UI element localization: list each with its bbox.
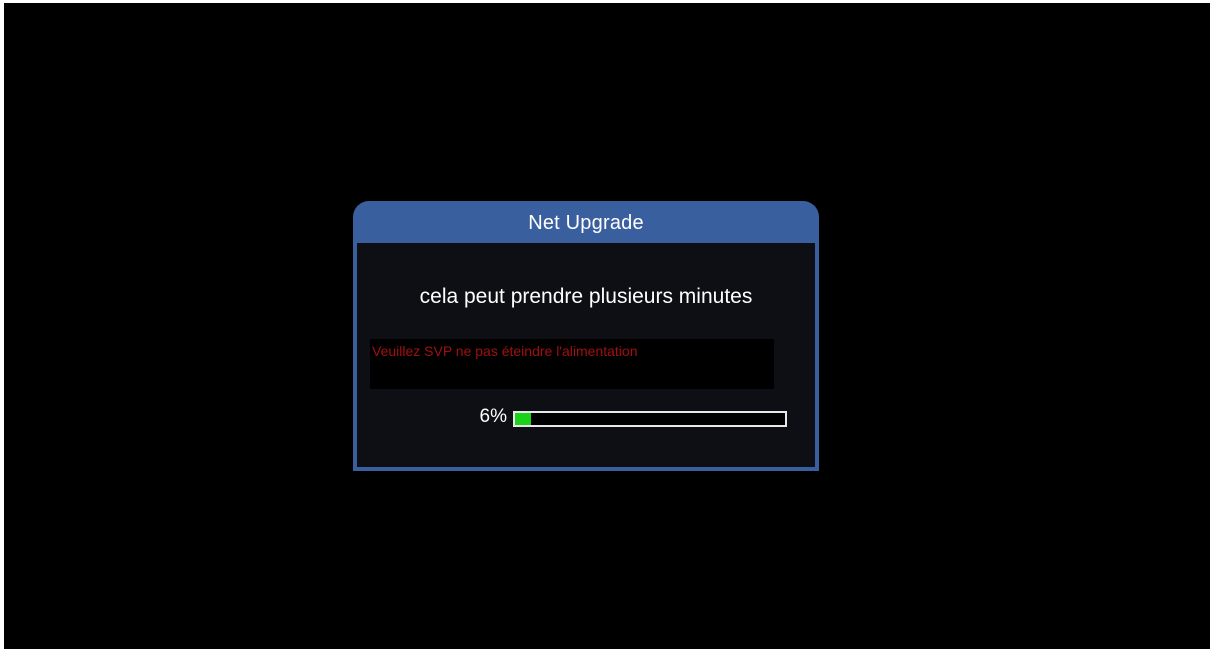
dialog-title: Net Upgrade [528, 211, 644, 234]
warning-message: Veuillez SVP ne pas éteindre l'alimentat… [372, 343, 638, 359]
tv-screen: Net Upgrade cela peut prendre plusieurs … [4, 3, 1210, 649]
net-upgrade-dialog: Net Upgrade cela peut prendre plusieurs … [353, 201, 819, 471]
progress-percent: 6% [479, 406, 507, 427]
info-message: cela peut prendre plusieurs minutes [419, 285, 753, 308]
dialog-body: cela peut prendre plusieurs minutes Veui… [353, 243, 819, 471]
dialog-header: Net Upgrade [353, 201, 819, 245]
progress-bar [513, 411, 787, 427]
progress-fill [515, 413, 532, 425]
warning-box: Veuillez SVP ne pas éteindre l'alimentat… [370, 339, 774, 389]
